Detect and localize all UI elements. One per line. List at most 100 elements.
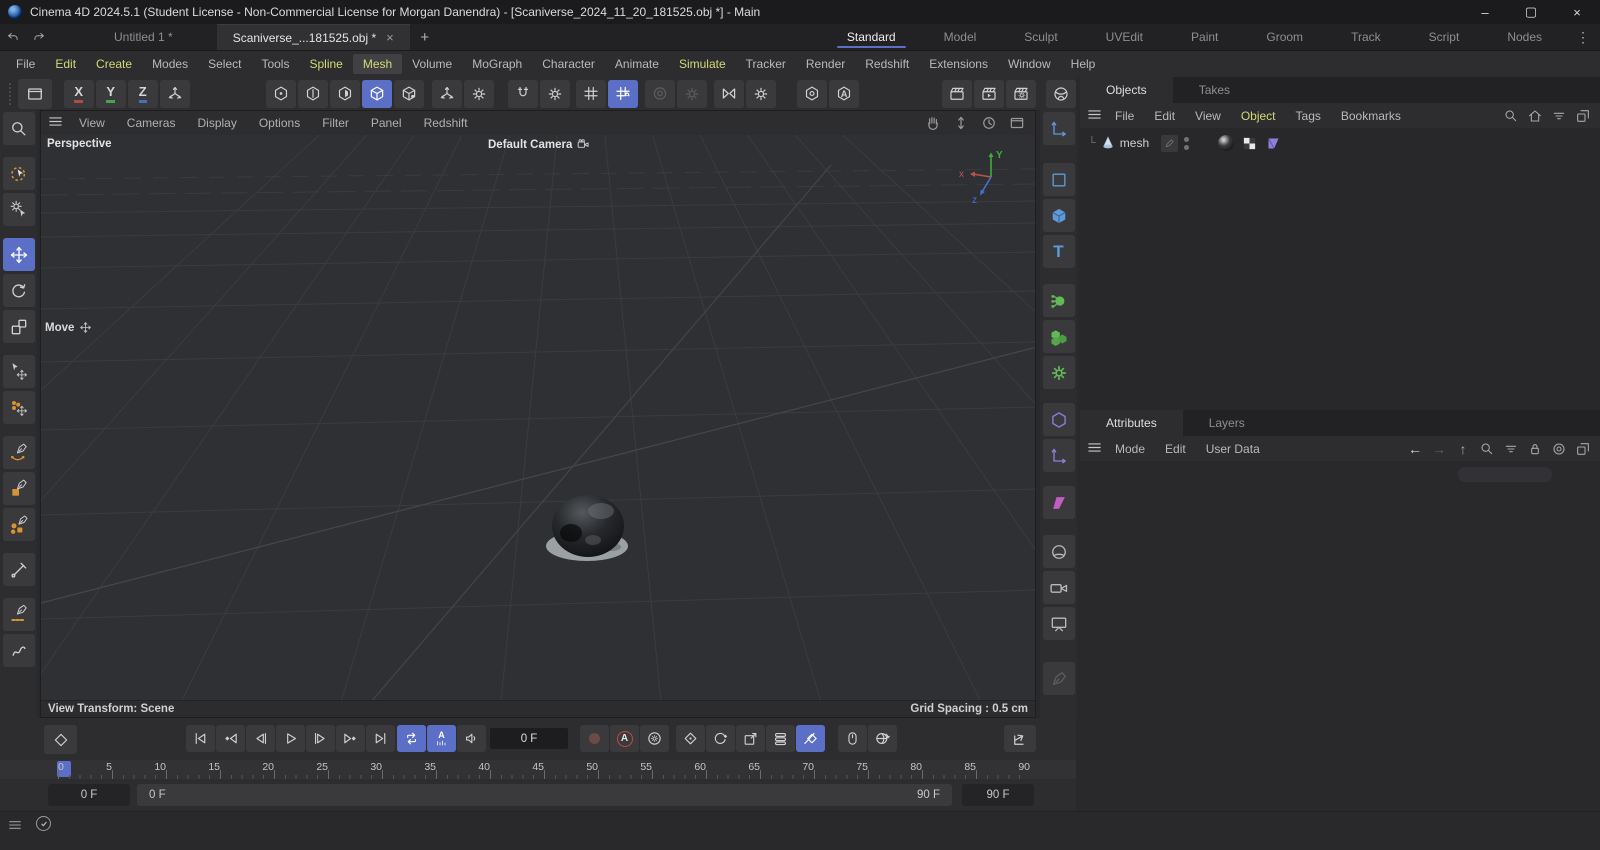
disabled-pen-icon[interactable] — [1042, 662, 1075, 695]
forward-arrow-icon[interactable]: → — [1430, 440, 1448, 458]
workspace-tab[interactable]: Groom — [1242, 24, 1327, 50]
previous-frame-icon[interactable] — [246, 725, 275, 752]
workspace-tab[interactable]: Standard — [823, 24, 920, 50]
menu-item[interactable]: MoGraph — [462, 54, 532, 74]
render-picture-viewer-icon[interactable] — [974, 79, 1005, 108]
viewport-menu-item[interactable]: Panel — [360, 114, 413, 132]
menu-item[interactable]: Redshift — [855, 54, 919, 74]
next-key-icon[interactable] — [336, 725, 365, 752]
pan-hand-icon[interactable] — [923, 113, 943, 133]
axis-gizmo[interactable]: Y x z — [957, 147, 1021, 209]
object-row-mesh[interactable]: └ mesh — [1080, 133, 1600, 153]
lock-x-axis-button[interactable]: X — [63, 79, 94, 108]
workspace-tab[interactable]: Paint — [1167, 24, 1242, 50]
workspace-tab[interactable]: Model — [920, 24, 1001, 50]
world-clock-icon[interactable] — [868, 725, 897, 752]
menu-item[interactable]: File — [6, 54, 45, 74]
menu-item[interactable]: Animate — [605, 54, 669, 74]
toggle-panel-icon[interactable] — [1007, 113, 1027, 133]
status-burger-icon[interactable] — [6, 816, 24, 834]
menu-item[interactable]: Extensions — [919, 54, 998, 74]
object-mode-icon[interactable] — [394, 79, 425, 108]
menu-item[interactable]: Volume — [402, 54, 462, 74]
manager-tab[interactable]: Attributes — [1080, 410, 1183, 436]
object-manager-menu-item[interactable]: Bookmarks — [1331, 107, 1411, 125]
object-manager-menu-item[interactable]: Object — [1231, 107, 1286, 125]
symmetry-settings-gear-icon[interactable] — [745, 79, 776, 108]
target-icon[interactable] — [1550, 440, 1568, 458]
menu-item[interactable]: Select — [198, 54, 251, 74]
range-slider[interactable]: 0 F 90 F — [137, 784, 952, 806]
home-icon[interactable] — [1526, 107, 1544, 125]
render-view-icon[interactable] — [942, 79, 973, 108]
array-cubes-icon[interactable] — [1042, 320, 1075, 353]
snap-settings-gear-icon[interactable] — [539, 79, 570, 108]
workspace-tab[interactable]: Script — [1405, 24, 1484, 50]
tweak-tool-icon[interactable] — [2, 193, 35, 226]
manager-tab[interactable]: Objects — [1080, 77, 1173, 103]
menu-item[interactable]: Render — [796, 54, 855, 74]
object-edit-icon[interactable] — [1161, 134, 1179, 152]
keyframe-diamond-button[interactable] — [44, 725, 77, 754]
cloner-icon[interactable] — [1042, 284, 1075, 317]
mouse-playback-icon[interactable] — [838, 725, 867, 752]
close-button[interactable]: × — [1554, 0, 1600, 24]
maximize-button[interactable]: ▢ — [1508, 0, 1554, 24]
text-spline-icon[interactable]: T — [1042, 235, 1075, 268]
playback-rate-icon[interactable]: A — [427, 725, 456, 752]
axis-workplane-icon[interactable] — [1042, 112, 1075, 145]
model-mode-icon[interactable] — [362, 79, 393, 108]
key-scale-icon[interactable] — [736, 725, 765, 752]
close-tab-icon[interactable]: × — [386, 30, 394, 45]
field-tag-icon[interactable] — [1042, 486, 1075, 519]
undo-icon[interactable] — [0, 24, 26, 50]
range-end-field[interactable]: 90 F — [962, 784, 1034, 806]
menu-item[interactable]: Spline — [299, 54, 352, 74]
radial-settings-gear-icon[interactable] — [676, 79, 707, 108]
texture-tag-icon[interactable] — [1241, 135, 1258, 152]
menu-item[interactable]: Tracker — [736, 54, 796, 74]
new-tab-button[interactable]: + — [410, 24, 440, 50]
snap-magnet-icon[interactable] — [507, 79, 538, 108]
render-settings-icon[interactable] — [1006, 79, 1037, 108]
enable-axis-icon[interactable] — [432, 79, 463, 108]
no-keyframe-icon[interactable] — [796, 725, 825, 752]
up-arrow-icon[interactable]: ↑ — [1454, 440, 1472, 458]
spline-pen-icon[interactable] — [2, 436, 35, 469]
scale-tool-icon[interactable] — [2, 310, 35, 343]
document-tab-scaniverse[interactable]: Scaniverse_...181525.obj * × — [216, 24, 410, 50]
playback-loop-icon[interactable] — [397, 725, 426, 752]
symmetry-butterfly-icon[interactable] — [713, 79, 744, 108]
viewport-canvas[interactable]: Perspective Default Camera Move Y x z — [41, 135, 1035, 700]
manager-tab[interactable]: Layers — [1183, 410, 1271, 436]
generator-gear-icon[interactable] — [1042, 356, 1075, 389]
workspace-tab[interactable]: Sculpt — [1000, 24, 1081, 50]
previous-key-icon[interactable] — [216, 725, 245, 752]
viewport-menu-item[interactable]: Cameras — [116, 114, 187, 132]
menu-item[interactable]: Mesh — [352, 54, 403, 74]
popout-icon[interactable] — [1574, 107, 1592, 125]
attribute-menu-item[interactable]: Mode — [1105, 440, 1155, 458]
search-icon[interactable] — [1478, 440, 1496, 458]
filter-icon[interactable] — [1550, 107, 1568, 125]
axis-settings-gear-icon[interactable] — [464, 79, 495, 108]
menu-item[interactable]: Character — [532, 54, 605, 74]
menu-item[interactable]: Simulate — [669, 54, 736, 74]
viewport-menu-item[interactable]: Display — [186, 114, 247, 132]
manager-tab[interactable]: Takes — [1173, 77, 1256, 103]
menu-item[interactable]: Modes — [142, 54, 198, 74]
menu-item[interactable]: Edit — [45, 54, 86, 74]
lock-y-axis-button[interactable]: Y — [95, 79, 126, 108]
object-manager-menu-item[interactable]: File — [1105, 107, 1144, 125]
document-tab-untitled[interactable]: Untitled 1 * — [98, 24, 189, 50]
object-manager-menu-item[interactable]: View — [1185, 107, 1231, 125]
uvw-tag-icon[interactable] — [1265, 135, 1282, 152]
points-mode-icon[interactable] — [266, 79, 297, 108]
move-tool-icon[interactable] — [2, 238, 35, 271]
menu-item[interactable]: Tools — [251, 54, 299, 74]
back-arrow-icon[interactable]: ← — [1406, 440, 1424, 458]
subdivision-surface-icon[interactable] — [1042, 403, 1075, 436]
workspace-tab[interactable]: Nodes — [1483, 24, 1566, 50]
coordinate-system-button[interactable] — [159, 79, 190, 108]
search-icon[interactable] — [1502, 107, 1520, 125]
